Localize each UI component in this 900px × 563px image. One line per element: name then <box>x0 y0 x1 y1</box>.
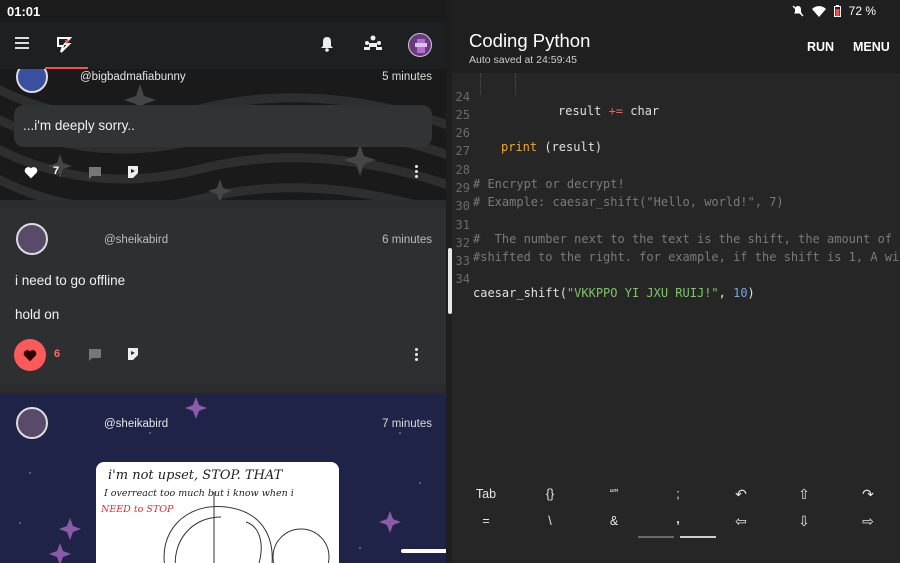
code-line: 25 <box>452 94 900 122</box>
menu-button[interactable]: MENU <box>853 40 890 54</box>
code-line: 33 <box>452 240 900 268</box>
shift-icon[interactable]: ⇧ <box>772 486 836 503</box>
app-bar <box>0 22 446 69</box>
post-actions: 6 <box>0 339 446 371</box>
code-line: 26 print (result) <box>452 112 900 154</box>
arrow-right-icon[interactable]: ⇨ <box>836 513 900 530</box>
profile-avatar[interactable] <box>408 33 432 57</box>
symbol-keyboard: Tab {} “” ; ↶ ⇧ ↷ = \ & , ⇦ ⇩ ⇨ <box>452 480 900 563</box>
code-line: 32 #shifted to the right. for example, i… <box>452 222 900 264</box>
undo-icon[interactable]: ↶ <box>709 486 773 503</box>
post-text: i need to go offline <box>15 273 126 288</box>
post-time: 6 minutes <box>382 234 432 246</box>
comment-button[interactable] <box>86 157 104 187</box>
people-icon[interactable] <box>364 35 382 51</box>
key-semicolon[interactable]: ; <box>646 487 710 501</box>
active-tab-indicator <box>45 67 88 69</box>
feed-post[interactable]: @sheikabird 6 minutes i need to go offli… <box>0 208 446 384</box>
page-title: Coding Python <box>469 30 591 51</box>
heart-icon <box>23 349 37 361</box>
post-text: hold on <box>15 307 60 322</box>
code-line: 29 # Example: caesar_shift("Hello, world… <box>452 167 900 209</box>
key-ampersand[interactable]: & <box>582 514 646 528</box>
wifi-icon <box>811 5 826 17</box>
bell-icon[interactable] <box>320 36 334 52</box>
mute-icon <box>792 5 804 17</box>
post-handle[interactable]: @sheikabird <box>104 418 168 430</box>
battery-percent: 72 % <box>848 4 876 18</box>
reblog-icon <box>128 166 138 178</box>
like-count: 7 <box>53 165 60 177</box>
sketch-drawing <box>163 492 330 563</box>
status-bar: 01:01 <box>0 0 446 22</box>
run-button[interactable]: RUN <box>807 40 834 54</box>
redo-icon[interactable]: ↷ <box>836 486 900 503</box>
like-button[interactable] <box>22 157 40 187</box>
code-editor[interactable]: 24 result += char 25 26 print (result) 2… <box>452 73 900 480</box>
code-line: 31 # The number next to the text is the … <box>452 204 900 246</box>
post-time: 5 minutes <box>382 71 432 83</box>
code-line: 34 caesar_shift("VKKPPO YI JXU RUIJ!", 1… <box>452 258 900 300</box>
key-equals[interactable]: = <box>454 514 518 528</box>
like-button[interactable] <box>14 339 46 371</box>
key-comma[interactable]: , <box>646 512 710 526</box>
post-text: ...i'm deeply sorry.. <box>14 105 432 147</box>
menu-icon[interactable] <box>15 37 29 52</box>
status-bar: 72 % <box>452 0 900 22</box>
code-line: 30 <box>452 185 900 213</box>
feed-panel: 01:01 @bigbadmafiabunny 5 minutes ...i'm… <box>0 0 446 563</box>
reblog-button[interactable] <box>124 157 142 187</box>
page-indicator-active <box>680 536 716 538</box>
post-time: 7 minutes <box>382 418 432 430</box>
key-tab[interactable]: Tab <box>454 487 518 501</box>
comment-button[interactable] <box>86 339 104 369</box>
like-count: 6 <box>54 348 61 360</box>
code-line: 28 # Encrypt or decrypt! <box>452 149 900 191</box>
status-time: 01:01 <box>7 4 41 19</box>
reblog-icon <box>128 348 138 360</box>
page-indicator <box>638 536 674 538</box>
app-logo-icon[interactable] <box>55 34 73 54</box>
arrow-left-icon[interactable]: ⇦ <box>709 513 773 530</box>
code-line: 27 <box>452 130 900 158</box>
more-options-icon[interactable] <box>415 165 419 180</box>
reblog-button[interactable] <box>124 339 142 369</box>
feed-post[interactable]: @sheikabird 7 minutes i'm not upset, STO… <box>0 393 446 563</box>
key-quotes[interactable]: “” <box>582 487 646 501</box>
autosave-status: Auto saved at 24:59:45 <box>469 54 577 66</box>
comment-icon <box>89 348 101 361</box>
post-actions: 7 <box>0 157 446 187</box>
battery-icon <box>833 5 841 17</box>
post-handle[interactable]: @sheikabird <box>104 234 168 246</box>
heart-icon <box>24 166 38 178</box>
code-line: 24 result += char <box>452 76 900 118</box>
feed-post[interactable]: @bigbadmafiabunny 5 minutes ...i'm deepl… <box>0 69 446 200</box>
post-image-note[interactable]: i'm not upset, STOP. THAT I overreact to… <box>96 462 339 563</box>
arrow-down-icon[interactable]: ⇩ <box>772 513 836 530</box>
avatar[interactable] <box>16 223 48 255</box>
editor-panel: 72 % Coding Python Auto saved at 24:59:4… <box>452 0 900 563</box>
post-handle[interactable]: @bigbadmafiabunny <box>80 71 186 83</box>
line-number: 34 <box>455 272 470 286</box>
more-options-icon[interactable] <box>415 348 419 363</box>
editor-header: Coding Python Auto saved at 24:59:45 RUN… <box>452 22 900 72</box>
home-indicator <box>401 549 446 553</box>
key-braces[interactable]: {} <box>518 487 582 501</box>
line-code: caesar_shift("VKKPPO YI JXU RUIJ!", 10) <box>473 286 755 300</box>
key-backslash[interactable]: \ <box>518 514 582 528</box>
avatar[interactable] <box>16 407 48 439</box>
comment-icon <box>89 166 101 179</box>
